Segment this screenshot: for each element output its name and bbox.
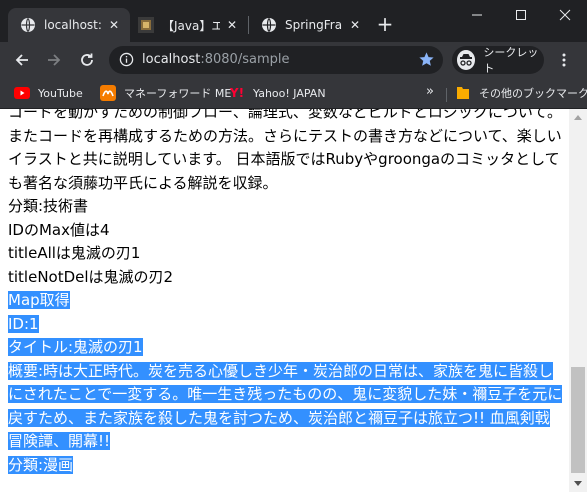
new-tab-button[interactable]: + xyxy=(374,14,396,36)
book-description: コードを動かすための制御フロー、論理式、変数などビルドとロジックについて。 また… xyxy=(8,109,562,192)
moneyforward-icon xyxy=(100,85,116,101)
map-id-line: ID:1 xyxy=(8,313,564,337)
tab-title: localhost:8 xyxy=(44,18,102,32)
scrollbar-thumb[interactable] xyxy=(571,367,585,473)
bookmark-yahoo[interactable]: Y! Yahoo! JAPAN xyxy=(229,84,326,102)
kebab-menu-icon[interactable] xyxy=(556,48,572,72)
folder-icon xyxy=(455,85,471,101)
reload-button[interactable] xyxy=(75,48,99,72)
title-notdel-line: titleNotDelは鬼滅の刃2 xyxy=(8,267,174,286)
map-summary-text: 概要:時は大正時代。炭を売る心優しき少年・炭治郎の日常は、家族を鬼に皆殺しにされ… xyxy=(8,361,563,450)
tab-strip: localhost:8 ✕ 【Java】エラ ✕ SpringFram ✕ + xyxy=(0,0,587,42)
address-bar[interactable]: localhost:8080/sample xyxy=(109,46,443,74)
bookmark-separator xyxy=(446,88,447,102)
map-summary-line: 概要:時は大正時代。炭を売る心優しき少年・炭治郎の日常は、家族を鬼に皆殺しにされ… xyxy=(8,360,564,454)
title-all-line: titleAllは鬼滅の刃1 xyxy=(8,244,141,262)
book-category: 分類:技術書 xyxy=(8,197,89,215)
url-text[interactable]: localhost:8080/sample xyxy=(142,52,289,67)
bookmark-moneyforward[interactable]: マネーフォワード ME xyxy=(100,84,231,102)
map-header: Map取得 xyxy=(8,289,564,313)
scroll-down-arrow-icon[interactable] xyxy=(569,475,587,492)
url-host: localhost xyxy=(142,52,201,67)
url-path: :8080/sample xyxy=(200,52,290,67)
maximize-button[interactable] xyxy=(499,0,543,30)
yahoo-icon: Y! xyxy=(229,86,245,100)
max-id-line: IDのMax値は4 xyxy=(8,220,110,239)
map-title-line: タイトル:鬼滅の刃1 xyxy=(8,336,564,360)
forward-button[interactable] xyxy=(42,48,66,72)
scroll-up-arrow-icon[interactable] xyxy=(569,109,587,126)
vertical-scrollbar[interactable] xyxy=(569,109,587,492)
close-tab-icon[interactable]: ✕ xyxy=(106,17,122,33)
minimize-button[interactable] xyxy=(455,0,499,30)
tab-localhost[interactable]: localhost:8 ✕ xyxy=(8,8,130,42)
bookmark-label: Yahoo! JAPAN xyxy=(253,86,326,100)
tab-springframework[interactable]: SpringFram ✕ xyxy=(249,8,371,42)
page-content: コードを動かすための制御フロー、論理式、変数などビルドとロジックについて。 また… xyxy=(8,109,564,477)
bookmark-other-folder[interactable]: その他のブックマーク xyxy=(455,84,587,102)
tab-java-error[interactable]: 【Java】エラ ✕ xyxy=(126,8,248,42)
more-bookmarks-chevron-icon[interactable]: » xyxy=(426,84,434,99)
web-page: コードを動かすための制御フロー、論理式、変数などビルドとロジックについて。 また… xyxy=(0,109,569,492)
browser-window: localhost:8 ✕ 【Java】エラ ✕ SpringFram ✕ + xyxy=(0,0,587,492)
bookmark-star-icon[interactable] xyxy=(418,51,435,72)
site-thumbnail-icon xyxy=(138,17,154,33)
incognito-icon xyxy=(457,50,476,70)
back-button[interactable] xyxy=(10,48,34,72)
bookmarks-bar: YouTube マネーフォワード ME Y! Yahoo! JAPAN » その… xyxy=(0,78,587,109)
info-icon[interactable] xyxy=(119,52,134,71)
youtube-icon xyxy=(14,85,30,101)
map-id-text: ID:1 xyxy=(8,314,39,333)
globe-icon xyxy=(261,17,277,33)
close-window-button[interactable] xyxy=(543,0,587,30)
bookmark-label: その他のブックマーク xyxy=(479,87,587,100)
globe-icon xyxy=(20,17,36,33)
toolbar: localhost:8080/sample シークレット xyxy=(0,42,587,78)
close-tab-icon[interactable]: ✕ xyxy=(224,17,240,33)
map-title-text: タイトル:鬼滅の刃1 xyxy=(8,338,143,356)
tab-title: SpringFram xyxy=(285,18,343,32)
tab-title: 【Java】エラ xyxy=(162,18,220,33)
incognito-profile-button[interactable]: シークレット xyxy=(452,46,544,75)
close-tab-icon[interactable]: ✕ xyxy=(347,17,363,33)
map-category-text: 分類:漫画 xyxy=(8,455,74,474)
map-category-line: 分類:漫画 xyxy=(8,454,564,478)
bookmark-label: YouTube xyxy=(38,86,83,100)
profile-label: シークレット xyxy=(483,46,539,75)
bookmark-label: マネーフォワード ME xyxy=(124,87,232,100)
bookmark-youtube[interactable]: YouTube xyxy=(14,84,83,102)
map-header-text: Map取得 xyxy=(8,291,70,309)
